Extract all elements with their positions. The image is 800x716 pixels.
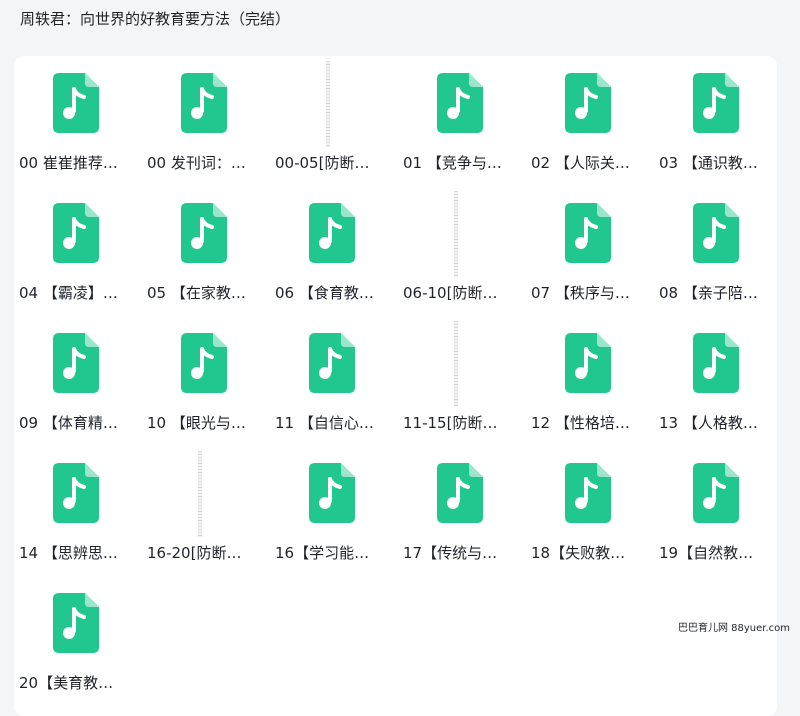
page-title: 周轶君：向世界的好教育要方法（完结） xyxy=(20,10,291,28)
file-name-label: 00-05[防断… xyxy=(275,154,370,172)
music-file-icon xyxy=(565,333,611,393)
music-file-icon xyxy=(309,203,355,263)
file-name-label: 14 【思辨思… xyxy=(19,544,118,562)
music-file-icon xyxy=(565,463,611,523)
folder-thumbnail-tile[interactable]: 00-05[防断… xyxy=(270,56,398,186)
audio-file-tile[interactable]: 19【自然教… xyxy=(654,446,777,576)
watermark: 巴巴育儿网 88yuer.com xyxy=(677,623,790,634)
music-file-icon xyxy=(693,203,739,263)
file-name-label: 18【失败教… xyxy=(531,544,626,562)
audio-file-tile[interactable]: 01 【竞争与… xyxy=(398,56,526,186)
music-file-icon xyxy=(53,333,99,393)
music-file-icon xyxy=(693,333,739,393)
music-file-icon xyxy=(693,73,739,133)
file-name-label: 13 【人格教… xyxy=(659,414,758,432)
file-grid: 00 崔崔推荐… 00 发刊词：… 00-05[防断… 01 【竞争与… 02 【人际关… xyxy=(14,56,777,706)
audio-file-tile[interactable]: 03 【通识教… xyxy=(654,56,777,186)
music-file-icon xyxy=(437,73,483,133)
file-name-label: 01 【竞争与… xyxy=(403,154,502,172)
file-name-label: 00 崔崔推荐… xyxy=(19,154,118,172)
thumbnail-strip xyxy=(198,451,202,537)
file-name-label: 02 【人际关… xyxy=(531,154,630,172)
thumbnail-strip xyxy=(326,61,330,147)
file-name-label: 20【美育教… xyxy=(19,674,114,692)
audio-file-tile[interactable]: 00 发刊词：… xyxy=(142,56,270,186)
thumbnail-strip xyxy=(454,321,458,407)
file-name-label: 11 【自信心… xyxy=(275,414,374,432)
audio-file-tile[interactable]: 20【美育教… xyxy=(14,576,142,706)
file-name-label: 09 【体育精… xyxy=(19,414,118,432)
music-file-icon xyxy=(181,333,227,393)
audio-file-tile[interactable]: 08 【亲子陪… xyxy=(654,186,777,316)
file-name-label: 08 【亲子陪… xyxy=(659,284,758,302)
audio-file-tile[interactable]: 18【失败教… xyxy=(526,446,654,576)
music-file-icon xyxy=(53,203,99,263)
audio-file-tile[interactable]: 00 崔崔推荐… xyxy=(14,56,142,186)
file-name-label: 17【传统与… xyxy=(403,544,498,562)
audio-file-tile[interactable]: 14 【思辨思… xyxy=(14,446,142,576)
folder-thumbnail-tile[interactable]: 06-10[防断… xyxy=(398,186,526,316)
audio-file-tile[interactable]: 06 【食育教… xyxy=(270,186,398,316)
audio-file-tile[interactable]: 09 【体育精… xyxy=(14,316,142,446)
thumbnail-strip xyxy=(454,191,458,277)
audio-file-tile[interactable]: 12 【性格培… xyxy=(526,316,654,446)
file-name-label: 10 【眼光与… xyxy=(147,414,246,432)
music-file-icon xyxy=(53,73,99,133)
music-file-icon xyxy=(53,593,99,653)
audio-file-tile[interactable]: 05 【在家教… xyxy=(142,186,270,316)
audio-file-tile[interactable]: 16【学习能… xyxy=(270,446,398,576)
file-name-label: 04 【霸凌】… xyxy=(19,284,118,302)
file-name-label: 07 【秩序与… xyxy=(531,284,630,302)
music-file-icon xyxy=(181,203,227,263)
audio-file-tile[interactable]: 07 【秩序与… xyxy=(526,186,654,316)
music-file-icon xyxy=(53,463,99,523)
folder-thumbnail-tile[interactable]: 16-20[防断… xyxy=(142,446,270,576)
music-file-icon xyxy=(437,463,483,523)
file-name-label: 06-10[防断… xyxy=(403,284,498,302)
file-name-label: 00 发刊词：… xyxy=(147,154,246,172)
file-name-label: 05 【在家教… xyxy=(147,284,246,302)
file-grid-panel: 00 崔崔推荐… 00 发刊词：… 00-05[防断… 01 【竞争与… 02 【人际关… xyxy=(14,56,777,716)
music-file-icon xyxy=(693,463,739,523)
music-file-icon xyxy=(309,463,355,523)
audio-file-tile[interactable]: 17【传统与… xyxy=(398,446,526,576)
audio-file-tile[interactable]: 13 【人格教… xyxy=(654,316,777,446)
audio-file-tile[interactable]: 04 【霸凌】… xyxy=(14,186,142,316)
music-file-icon xyxy=(565,203,611,263)
music-file-icon xyxy=(181,73,227,133)
music-file-icon xyxy=(565,73,611,133)
folder-thumbnail-tile[interactable]: 11-15[防断… xyxy=(398,316,526,446)
music-file-icon xyxy=(309,333,355,393)
audio-file-tile[interactable]: 10 【眼光与… xyxy=(142,316,270,446)
file-name-label: 16【学习能… xyxy=(275,544,370,562)
file-name-label: 19【自然教… xyxy=(659,544,754,562)
file-name-label: 12 【性格培… xyxy=(531,414,630,432)
file-name-label: 03 【通识教… xyxy=(659,154,758,172)
audio-file-tile[interactable]: 02 【人际关… xyxy=(526,56,654,186)
audio-file-tile[interactable]: 11 【自信心… xyxy=(270,316,398,446)
file-name-label: 06 【食育教… xyxy=(275,284,374,302)
file-name-label: 16-20[防断… xyxy=(147,544,242,562)
file-name-label: 11-15[防断… xyxy=(403,414,498,432)
